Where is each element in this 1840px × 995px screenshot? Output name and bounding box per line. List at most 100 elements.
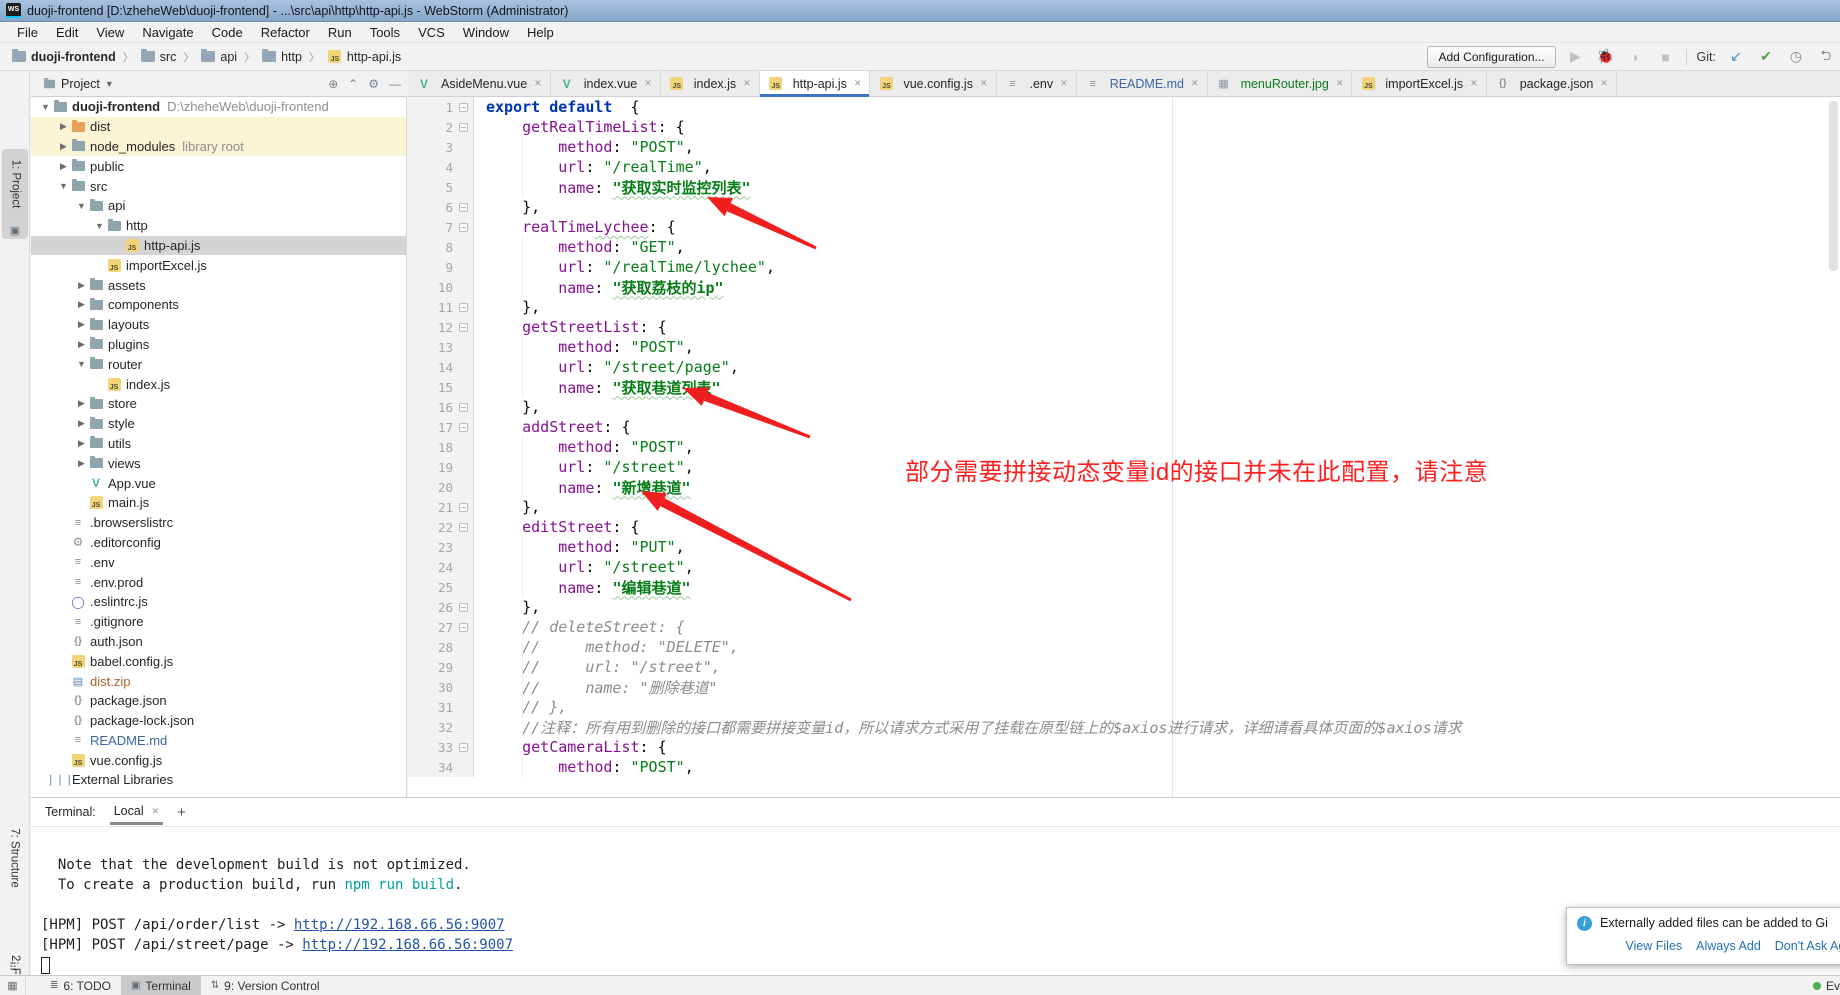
breadcrumb-item-api[interactable]: api: [199, 49, 239, 65]
close-icon[interactable]: ✕: [1600, 78, 1608, 89]
tree-item-style[interactable]: ▶style: [31, 414, 406, 434]
add-configuration-button[interactable]: Add Configuration...: [1427, 46, 1555, 68]
collapse-all-icon[interactable]: ⌃: [348, 77, 358, 91]
tree-item-components[interactable]: ▶components: [31, 295, 406, 315]
notification-link-always-add[interactable]: Always Add: [1696, 939, 1761, 953]
toolwindow-toggle-icon[interactable]: ▦: [0, 976, 26, 995]
close-icon[interactable]: ✕: [1060, 78, 1068, 89]
menu-item-view[interactable]: View: [87, 23, 133, 42]
chevron-expanded-icon[interactable]: ▼: [75, 201, 88, 211]
project-panel-title[interactable]: Project ▼: [43, 77, 114, 91]
tree-item-http[interactable]: ▼http: [31, 216, 406, 236]
breadcrumb-item-duoji-frontend[interactable]: duoji-frontend: [10, 49, 118, 65]
tree-item-browserslistrc[interactable]: ≡.browserslistrc: [31, 513, 406, 533]
tree-item-index-js[interactable]: JSindex.js: [31, 374, 406, 394]
panel-settings-gear-icon[interactable]: ⚙: [368, 77, 379, 91]
locate-file-icon[interactable]: ⊕: [328, 77, 338, 91]
menu-item-file[interactable]: File: [8, 23, 47, 42]
fold-marker-icon[interactable]: [459, 103, 468, 112]
close-icon[interactable]: ✕: [152, 806, 160, 817]
git-rollback-icon[interactable]: ⮌: [1816, 45, 1836, 69]
chevron-collapsed-icon[interactable]: ▶: [75, 438, 88, 449]
close-icon[interactable]: ✕: [644, 78, 652, 89]
menu-item-navigate[interactable]: Navigate: [133, 23, 202, 42]
breadcrumb-item-http[interactable]: http: [260, 49, 304, 65]
tree-item-utils[interactable]: ▶utils: [31, 434, 406, 454]
tree-item-babel-config-js[interactable]: JSbabel.config.js: [31, 651, 406, 671]
stop-icon[interactable]: ■: [1656, 49, 1676, 65]
close-icon[interactable]: ✕: [1336, 78, 1344, 89]
chevron-collapsed-icon[interactable]: ▶: [75, 418, 88, 429]
menu-item-tools[interactable]: Tools: [361, 23, 409, 42]
tab-env[interactable]: ≡.env✕: [997, 71, 1077, 96]
fold-marker-icon[interactable]: [459, 223, 468, 232]
tree-item-layouts[interactable]: ▶layouts: [31, 315, 406, 335]
menu-item-refactor[interactable]: Refactor: [252, 23, 319, 42]
title-bar[interactable]: WS duoji-frontend [D:\zheheWeb\duoji-fro…: [0, 0, 1840, 22]
tree-item-duoji-frontend[interactable]: ▼duoji-frontendD:\zheheWeb\duoji-fronten…: [31, 97, 406, 117]
tab-asidemenu-vue[interactable]: VAsideMenu.vue✕: [408, 71, 551, 96]
chevron-expanded-icon[interactable]: ▼: [39, 102, 52, 112]
tree-item-node-modules[interactable]: ▶node_moduleslibrary root: [31, 137, 406, 157]
tree-item-auth-json[interactable]: {}auth.json: [31, 632, 406, 652]
tree-item-gitignore[interactable]: ≡.gitignore: [31, 612, 406, 632]
stripe-tab-structure[interactable]: 7: Structure: [2, 813, 28, 903]
tree-item-assets[interactable]: ▶assets: [31, 275, 406, 295]
breadcrumb-item-src[interactable]: src: [139, 49, 179, 65]
close-icon[interactable]: ✕: [534, 78, 542, 89]
menu-item-edit[interactable]: Edit: [47, 23, 87, 42]
debug-icon[interactable]: 🐞: [1596, 48, 1616, 65]
tab-menurouter-jpg[interactable]: ▦menuRouter.jpg✕: [1208, 71, 1353, 96]
fold-marker-icon[interactable]: [459, 423, 468, 432]
tab-index-js[interactable]: JSindex.js✕: [661, 71, 760, 96]
tree-item-editorconfig[interactable]: ⚙.editorconfig: [31, 533, 406, 553]
fold-marker-icon[interactable]: [459, 123, 468, 132]
tree-item-env-prod[interactable]: ≡.env.prod: [31, 572, 406, 592]
hide-panel-icon[interactable]: —: [389, 77, 401, 91]
chevron-collapsed-icon[interactable]: ▶: [75, 458, 88, 469]
close-icon[interactable]: ✕: [854, 78, 862, 89]
tree-item-router[interactable]: ▼router: [31, 354, 406, 374]
statusbar-item-6-todo[interactable]: ≣6: TODO: [40, 976, 121, 995]
fold-marker-icon[interactable]: [459, 523, 468, 532]
chevron-collapsed-icon[interactable]: ▶: [75, 398, 88, 409]
tab-index-vue[interactable]: Vindex.vue✕: [551, 71, 661, 96]
fold-marker-icon[interactable]: [459, 403, 468, 412]
profile-icon[interactable]: ◗: [1626, 49, 1646, 65]
terminal-tab-local[interactable]: Local ✕: [110, 799, 163, 825]
fold-marker-icon[interactable]: [459, 743, 468, 752]
close-icon[interactable]: ✕: [1191, 78, 1199, 89]
tree-item-api[interactable]: ▼api: [31, 196, 406, 216]
menu-item-run[interactable]: Run: [319, 23, 361, 42]
tree-item-src[interactable]: ▼src: [31, 176, 406, 196]
fold-marker-icon[interactable]: [459, 503, 468, 512]
git-history-icon[interactable]: ◷: [1786, 48, 1806, 65]
tab-vue-config-js[interactable]: JSvue.config.js✕: [870, 71, 996, 96]
git-commit-icon[interactable]: ✔: [1756, 48, 1776, 65]
fold-marker-icon[interactable]: [459, 303, 468, 312]
tree-item-plugins[interactable]: ▶plugins: [31, 335, 406, 355]
statusbar-item-9-version-control[interactable]: ⇅9: Version Control: [201, 976, 330, 995]
menu-item-vcs[interactable]: VCS: [409, 23, 454, 42]
tab-http-api-js[interactable]: JShttp-api.js✕: [760, 71, 871, 96]
tab-package-json[interactable]: {}package.json✕: [1487, 71, 1617, 96]
fold-marker-icon[interactable]: [459, 623, 468, 632]
tree-item-dist[interactable]: ▶dist: [31, 117, 406, 137]
close-icon[interactable]: ✕: [1470, 78, 1478, 89]
menu-item-help[interactable]: Help: [518, 23, 563, 42]
terminal-link[interactable]: http://192.168.66.56:9007: [294, 917, 505, 933]
chevron-expanded-icon[interactable]: ▼: [75, 359, 88, 369]
chevron-collapsed-icon[interactable]: ▶: [75, 319, 88, 330]
tab-readme-md[interactable]: ≡README.md✕: [1077, 71, 1208, 96]
status-bar-right[interactable]: Ev: [1813, 979, 1840, 993]
stripe-tab-project[interactable]: 1: Project ▣: [2, 149, 28, 239]
close-icon[interactable]: ✕: [743, 78, 751, 89]
close-icon[interactable]: ✕: [980, 78, 988, 89]
tree-item-http-api-js[interactable]: JShttp-api.js: [31, 236, 406, 256]
menu-item-window[interactable]: Window: [454, 23, 518, 42]
chevron-collapsed-icon[interactable]: ▶: [57, 141, 70, 152]
tree-item-main-js[interactable]: JSmain.js: [31, 493, 406, 513]
notification-link-view-files[interactable]: View Files: [1625, 939, 1682, 953]
fold-marker-icon[interactable]: [459, 323, 468, 332]
git-update-icon[interactable]: ↙: [1726, 48, 1746, 65]
